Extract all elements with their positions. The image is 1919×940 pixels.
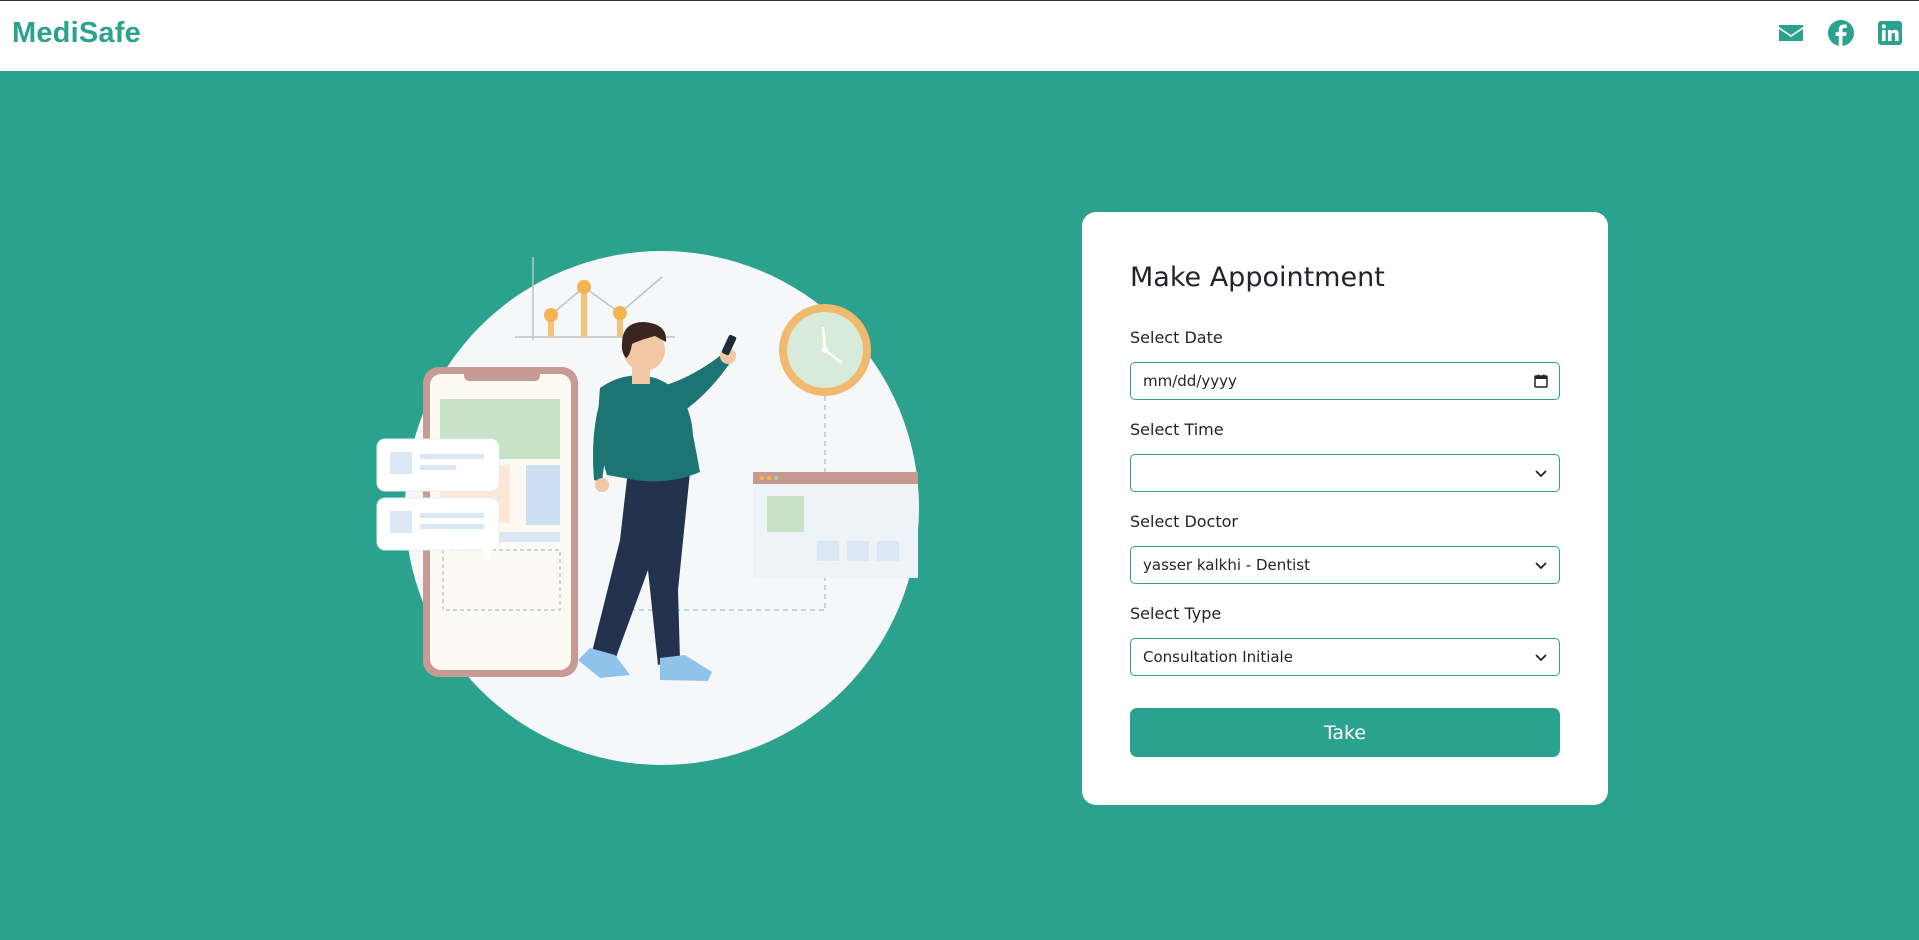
linkedin-icon[interactable] [1876, 19, 1904, 47]
calendar-icon[interactable] [1533, 373, 1549, 389]
take-button[interactable]: Take [1130, 708, 1560, 757]
chevron-down-icon [1533, 557, 1549, 573]
doctor-label: Select Doctor [1130, 512, 1238, 531]
doctor-value: yasser kalkhi - Dentist [1143, 556, 1310, 574]
hero-illustration [370, 240, 930, 780]
envelope-icon[interactable] [1777, 19, 1805, 47]
doctor-select[interactable]: yasser kalkhi - Dentist [1130, 546, 1560, 584]
chevron-down-icon [1533, 649, 1549, 665]
type-select[interactable]: Consultation Initiale [1130, 638, 1560, 676]
appointment-card: Make Appointment Select Date mm/dd/yyyy … [1082, 212, 1608, 805]
date-input[interactable]: mm/dd/yyyy [1130, 362, 1560, 400]
time-label: Select Time [1130, 420, 1224, 439]
brand-logo[interactable]: MediSafe [12, 17, 141, 50]
date-placeholder: mm/dd/yyyy [1143, 372, 1237, 390]
type-value: Consultation Initiale [1143, 648, 1293, 666]
form-title: Make Appointment [1130, 262, 1385, 293]
facebook-icon[interactable] [1827, 19, 1855, 47]
type-label: Select Type [1130, 604, 1222, 623]
navbar: MediSafe [0, 1, 1919, 71]
time-select[interactable] [1130, 454, 1560, 492]
chevron-down-icon [1533, 465, 1549, 481]
date-label: Select Date [1130, 328, 1223, 347]
